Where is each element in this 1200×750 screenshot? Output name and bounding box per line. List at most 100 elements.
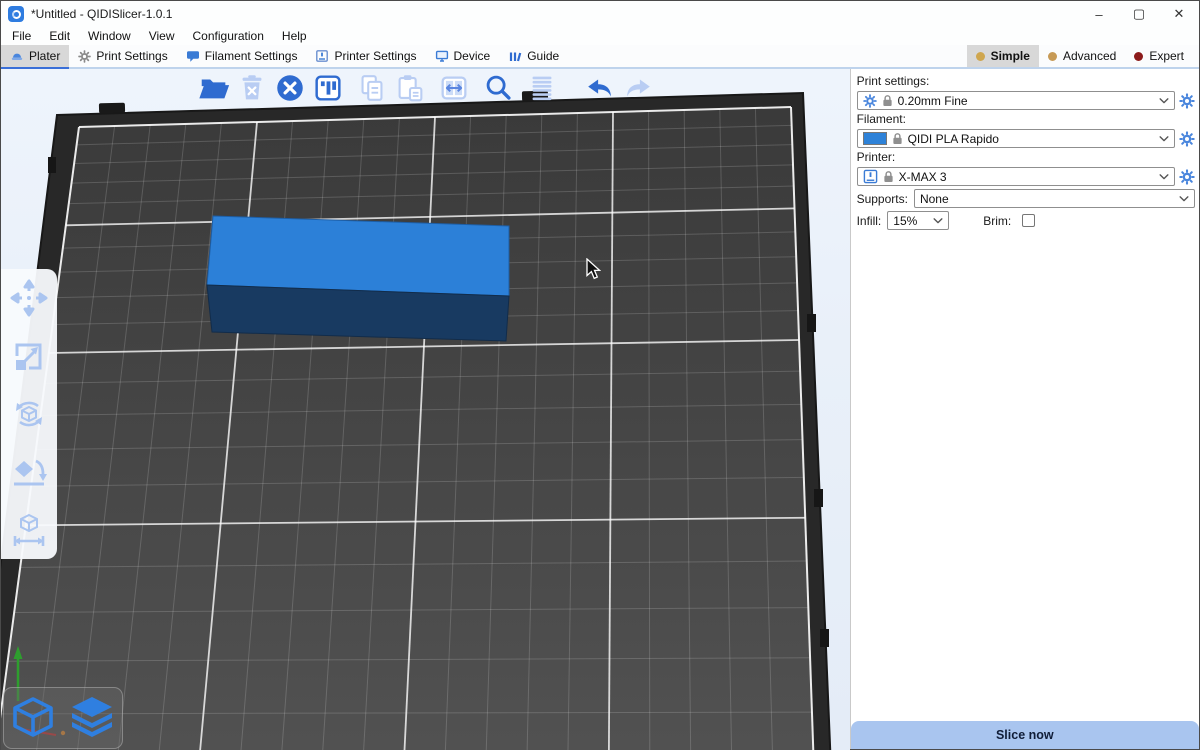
menu-configuration[interactable]: Configuration — [184, 29, 273, 43]
printer-icon — [863, 169, 878, 184]
device-monitor-icon — [435, 49, 449, 63]
title-bar: *Untitled - QIDISlicer-1.0.1 – ▢ ✕ — [1, 1, 1199, 27]
mode-switcher: Simple Advanced Expert — [967, 45, 1199, 67]
editor-view-cube-icon[interactable] — [9, 694, 57, 742]
infill-select[interactable]: 15% — [887, 211, 949, 230]
tab-device-label: Device — [454, 49, 491, 63]
arrange-button[interactable] — [311, 71, 345, 105]
paste-button[interactable] — [393, 71, 427, 105]
split-objects-button[interactable] — [437, 71, 471, 105]
copy-button[interactable] — [355, 71, 389, 105]
maximize-button[interactable]: ▢ — [1119, 1, 1159, 27]
tab-filament-settings-label: Filament Settings — [205, 49, 298, 63]
move-icon — [9, 278, 49, 318]
gear-icon — [863, 94, 877, 108]
redo-icon — [621, 71, 655, 105]
viewport-3d[interactable] — [1, 69, 850, 750]
filament-gear-button[interactable] — [1179, 131, 1195, 147]
delete-button[interactable] — [235, 71, 269, 105]
mode-simple[interactable]: Simple — [967, 45, 1039, 67]
view-switcher-panel — [3, 687, 123, 749]
preview-layers-icon[interactable] — [67, 694, 117, 742]
menu-help[interactable]: Help — [273, 29, 316, 43]
menu-edit[interactable]: Edit — [40, 29, 79, 43]
lock-icon — [892, 132, 903, 145]
place-on-face-icon — [9, 452, 49, 492]
print-settings-label: Print settings: — [857, 74, 1195, 88]
menu-window[interactable]: Window — [79, 29, 140, 43]
plate-clip-icon — [820, 629, 829, 647]
settings-sidebar: Print settings: 0.20mm Fine Filament: — [850, 69, 1199, 749]
filament-value: QIDI PLA Rapido — [908, 132, 1154, 146]
filament-label: Filament: — [857, 112, 1195, 126]
infill-label: Infill: — [857, 214, 882, 228]
undo-button[interactable] — [583, 71, 617, 105]
search-button[interactable] — [481, 71, 515, 105]
tab-plater-label: Plater — [29, 49, 60, 63]
delete-all-button[interactable] — [273, 71, 307, 105]
mode-advanced[interactable]: Advanced — [1039, 45, 1125, 67]
advanced-dot-icon — [1048, 52, 1057, 61]
expert-dot-icon — [1134, 52, 1143, 61]
menu-file[interactable]: File — [3, 29, 40, 43]
delete-all-icon — [273, 71, 307, 105]
rotate-button[interactable] — [8, 393, 50, 435]
build-plate-surface[interactable] — [1, 107, 814, 750]
printer-value: X-MAX 3 — [899, 170, 1154, 184]
brim-checkbox[interactable] — [1022, 214, 1035, 227]
guide-books-icon — [508, 49, 522, 63]
gear-icon — [78, 50, 91, 63]
minimize-button[interactable]: – — [1079, 1, 1119, 27]
printer-gear-button[interactable] — [1179, 169, 1195, 185]
chevron-down-icon — [933, 218, 943, 224]
chevron-down-icon — [1179, 196, 1189, 202]
print-settings-select[interactable]: 0.20mm Fine — [857, 91, 1175, 110]
tab-print-settings[interactable]: Print Settings — [69, 45, 176, 67]
search-icon — [481, 71, 515, 105]
close-button[interactable]: ✕ — [1159, 1, 1199, 27]
chevron-down-icon — [1159, 98, 1169, 104]
build-plate-canvas[interactable] — [1, 69, 850, 750]
supports-label: Supports: — [857, 192, 908, 206]
tab-guide[interactable]: Guide — [499, 45, 568, 67]
printer-select[interactable]: X-MAX 3 — [857, 167, 1175, 186]
lock-icon — [883, 170, 894, 183]
infill-value: 15% — [893, 214, 928, 228]
move-button[interactable] — [8, 277, 50, 319]
layers-list-icon — [525, 71, 559, 105]
supports-select[interactable]: None — [914, 189, 1195, 208]
chevron-down-icon — [1159, 136, 1169, 142]
scale-icon — [9, 336, 49, 376]
tab-guide-label: Guide — [527, 49, 559, 63]
place-on-face-button[interactable] — [8, 451, 50, 493]
tab-filament-settings[interactable]: Filament Settings — [177, 45, 307, 67]
scale-button[interactable] — [8, 335, 50, 377]
plate-clip-icon — [48, 157, 56, 173]
print-settings-gear-button[interactable] — [1179, 93, 1195, 109]
redo-button[interactable] — [621, 71, 655, 105]
measure-button[interactable] — [8, 509, 50, 551]
undo-icon — [583, 71, 617, 105]
trash-icon — [235, 71, 269, 105]
model-object[interactable] — [207, 216, 509, 341]
slice-now-button[interactable]: Slice now — [851, 721, 1199, 749]
paste-icon — [393, 71, 427, 105]
split-view-icon — [437, 71, 471, 105]
filament-select[interactable]: QIDI PLA Rapido — [857, 129, 1175, 148]
plate-clip-icon — [807, 314, 816, 332]
tab-device[interactable]: Device — [426, 45, 500, 67]
arrange-icon — [311, 71, 345, 105]
app-window: *Untitled - QIDISlicer-1.0.1 – ▢ ✕ File … — [0, 0, 1200, 750]
tab-printer-settings[interactable]: Printer Settings — [306, 45, 425, 67]
menu-view[interactable]: View — [140, 29, 184, 43]
simple-dot-icon — [976, 52, 985, 61]
tab-plater[interactable]: Plater — [1, 45, 69, 69]
open-button[interactable] — [197, 71, 231, 105]
rotate-icon — [9, 394, 49, 434]
tab-bar: Plater Print Settings Filament Settings … — [1, 45, 1199, 69]
plate-clip-icon — [99, 103, 125, 114]
menu-bar: File Edit Window View Configuration Help — [1, 27, 1199, 45]
variable-layer-height-button[interactable] — [525, 71, 559, 105]
mode-expert[interactable]: Expert — [1125, 45, 1193, 67]
supports-value: None — [920, 192, 1174, 206]
